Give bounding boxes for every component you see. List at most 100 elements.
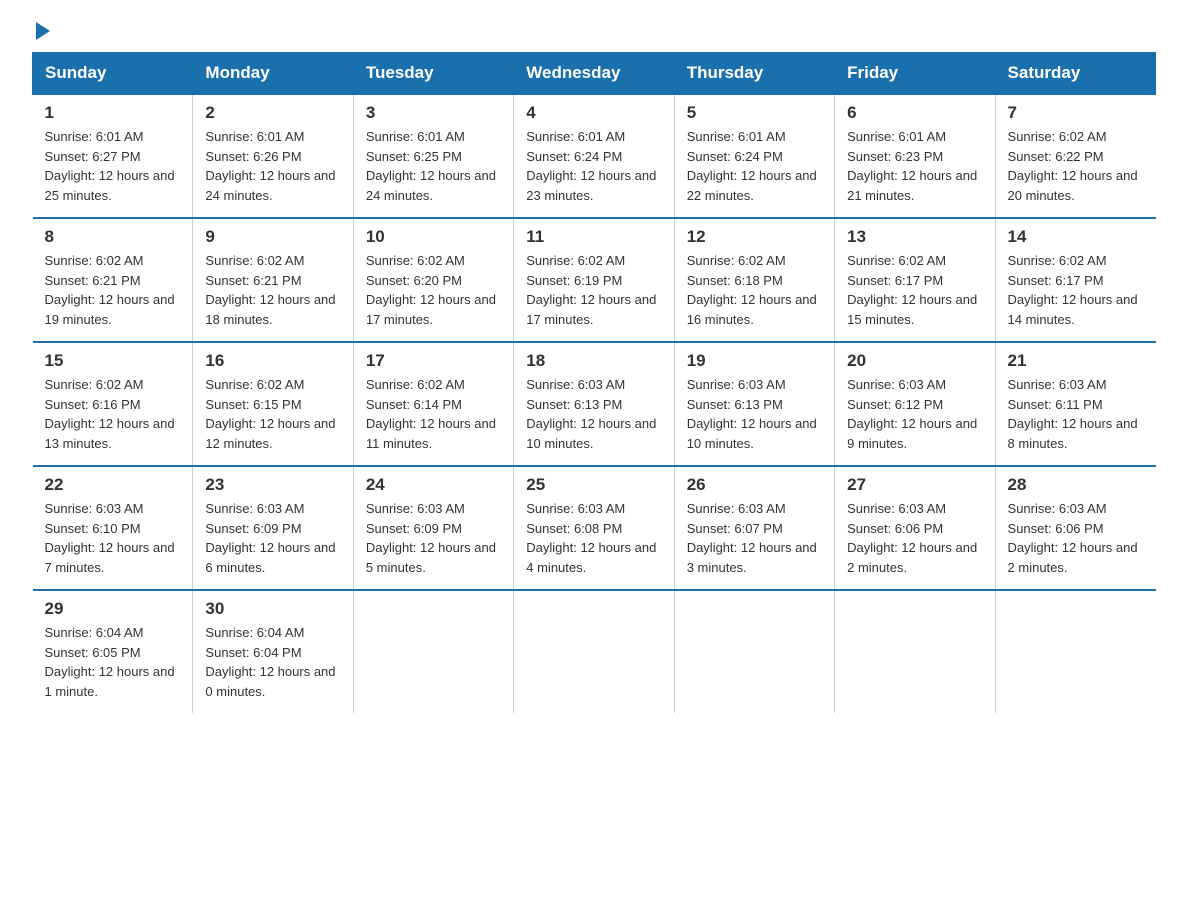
table-row: 11 Sunrise: 6:02 AMSunset: 6:19 PMDaylig… xyxy=(514,218,674,342)
day-info: Sunrise: 6:02 AMSunset: 6:21 PMDaylight:… xyxy=(45,253,175,327)
table-row xyxy=(674,590,834,713)
day-info: Sunrise: 6:03 AMSunset: 6:09 PMDaylight:… xyxy=(366,501,496,575)
table-row: 28 Sunrise: 6:03 AMSunset: 6:06 PMDaylig… xyxy=(995,466,1155,590)
day-number: 10 xyxy=(366,227,501,247)
day-number: 13 xyxy=(847,227,982,247)
calendar-header-row: SundayMondayTuesdayWednesdayThursdayFrid… xyxy=(33,53,1156,95)
day-info: Sunrise: 6:03 AMSunset: 6:07 PMDaylight:… xyxy=(687,501,817,575)
table-row: 25 Sunrise: 6:03 AMSunset: 6:08 PMDaylig… xyxy=(514,466,674,590)
table-row: 26 Sunrise: 6:03 AMSunset: 6:07 PMDaylig… xyxy=(674,466,834,590)
day-info: Sunrise: 6:01 AMSunset: 6:27 PMDaylight:… xyxy=(45,129,175,203)
header-thursday: Thursday xyxy=(674,53,834,95)
table-row: 9 Sunrise: 6:02 AMSunset: 6:21 PMDayligh… xyxy=(193,218,353,342)
day-info: Sunrise: 6:03 AMSunset: 6:13 PMDaylight:… xyxy=(526,377,656,451)
week-row-1: 1 Sunrise: 6:01 AMSunset: 6:27 PMDayligh… xyxy=(33,94,1156,218)
table-row: 29 Sunrise: 6:04 AMSunset: 6:05 PMDaylig… xyxy=(33,590,193,713)
day-number: 28 xyxy=(1008,475,1144,495)
day-number: 17 xyxy=(366,351,501,371)
day-number: 20 xyxy=(847,351,982,371)
day-info: Sunrise: 6:02 AMSunset: 6:17 PMDaylight:… xyxy=(1008,253,1138,327)
table-row: 14 Sunrise: 6:02 AMSunset: 6:17 PMDaylig… xyxy=(995,218,1155,342)
table-row: 16 Sunrise: 6:02 AMSunset: 6:15 PMDaylig… xyxy=(193,342,353,466)
day-info: Sunrise: 6:03 AMSunset: 6:06 PMDaylight:… xyxy=(1008,501,1138,575)
day-number: 3 xyxy=(366,103,501,123)
table-row: 6 Sunrise: 6:01 AMSunset: 6:23 PMDayligh… xyxy=(835,94,995,218)
table-row: 30 Sunrise: 6:04 AMSunset: 6:04 PMDaylig… xyxy=(193,590,353,713)
day-info: Sunrise: 6:03 AMSunset: 6:09 PMDaylight:… xyxy=(205,501,335,575)
table-row xyxy=(514,590,674,713)
header-sunday: Sunday xyxy=(33,53,193,95)
day-number: 26 xyxy=(687,475,822,495)
table-row: 5 Sunrise: 6:01 AMSunset: 6:24 PMDayligh… xyxy=(674,94,834,218)
day-number: 11 xyxy=(526,227,661,247)
header-wednesday: Wednesday xyxy=(514,53,674,95)
logo xyxy=(32,24,52,40)
day-info: Sunrise: 6:02 AMSunset: 6:20 PMDaylight:… xyxy=(366,253,496,327)
table-row: 19 Sunrise: 6:03 AMSunset: 6:13 PMDaylig… xyxy=(674,342,834,466)
header-saturday: Saturday xyxy=(995,53,1155,95)
table-row xyxy=(995,590,1155,713)
table-row: 1 Sunrise: 6:01 AMSunset: 6:27 PMDayligh… xyxy=(33,94,193,218)
day-info: Sunrise: 6:01 AMSunset: 6:23 PMDaylight:… xyxy=(847,129,977,203)
table-row xyxy=(353,590,513,713)
table-row: 10 Sunrise: 6:02 AMSunset: 6:20 PMDaylig… xyxy=(353,218,513,342)
day-info: Sunrise: 6:02 AMSunset: 6:14 PMDaylight:… xyxy=(366,377,496,451)
day-info: Sunrise: 6:03 AMSunset: 6:10 PMDaylight:… xyxy=(45,501,175,575)
header-monday: Monday xyxy=(193,53,353,95)
day-number: 12 xyxy=(687,227,822,247)
table-row: 27 Sunrise: 6:03 AMSunset: 6:06 PMDaylig… xyxy=(835,466,995,590)
day-info: Sunrise: 6:04 AMSunset: 6:05 PMDaylight:… xyxy=(45,625,175,699)
table-row: 12 Sunrise: 6:02 AMSunset: 6:18 PMDaylig… xyxy=(674,218,834,342)
day-number: 30 xyxy=(205,599,340,619)
page-header xyxy=(0,0,1188,52)
table-row: 13 Sunrise: 6:02 AMSunset: 6:17 PMDaylig… xyxy=(835,218,995,342)
day-number: 4 xyxy=(526,103,661,123)
week-row-2: 8 Sunrise: 6:02 AMSunset: 6:21 PMDayligh… xyxy=(33,218,1156,342)
day-number: 18 xyxy=(526,351,661,371)
table-row: 18 Sunrise: 6:03 AMSunset: 6:13 PMDaylig… xyxy=(514,342,674,466)
table-row xyxy=(835,590,995,713)
day-number: 29 xyxy=(45,599,181,619)
table-row: 23 Sunrise: 6:03 AMSunset: 6:09 PMDaylig… xyxy=(193,466,353,590)
day-number: 22 xyxy=(45,475,181,495)
day-info: Sunrise: 6:01 AMSunset: 6:25 PMDaylight:… xyxy=(366,129,496,203)
day-number: 9 xyxy=(205,227,340,247)
header-tuesday: Tuesday xyxy=(353,53,513,95)
day-number: 25 xyxy=(526,475,661,495)
day-info: Sunrise: 6:02 AMSunset: 6:18 PMDaylight:… xyxy=(687,253,817,327)
table-row: 7 Sunrise: 6:02 AMSunset: 6:22 PMDayligh… xyxy=(995,94,1155,218)
day-info: Sunrise: 6:01 AMSunset: 6:24 PMDaylight:… xyxy=(687,129,817,203)
day-info: Sunrise: 6:03 AMSunset: 6:08 PMDaylight:… xyxy=(526,501,656,575)
day-number: 27 xyxy=(847,475,982,495)
table-row: 4 Sunrise: 6:01 AMSunset: 6:24 PMDayligh… xyxy=(514,94,674,218)
day-info: Sunrise: 6:03 AMSunset: 6:06 PMDaylight:… xyxy=(847,501,977,575)
day-info: Sunrise: 6:02 AMSunset: 6:22 PMDaylight:… xyxy=(1008,129,1138,203)
day-info: Sunrise: 6:03 AMSunset: 6:13 PMDaylight:… xyxy=(687,377,817,451)
table-row: 3 Sunrise: 6:01 AMSunset: 6:25 PMDayligh… xyxy=(353,94,513,218)
table-row: 20 Sunrise: 6:03 AMSunset: 6:12 PMDaylig… xyxy=(835,342,995,466)
day-number: 1 xyxy=(45,103,181,123)
week-row-3: 15 Sunrise: 6:02 AMSunset: 6:16 PMDaylig… xyxy=(33,342,1156,466)
header-friday: Friday xyxy=(835,53,995,95)
day-info: Sunrise: 6:02 AMSunset: 6:16 PMDaylight:… xyxy=(45,377,175,451)
table-row: 24 Sunrise: 6:03 AMSunset: 6:09 PMDaylig… xyxy=(353,466,513,590)
day-info: Sunrise: 6:02 AMSunset: 6:21 PMDaylight:… xyxy=(205,253,335,327)
day-info: Sunrise: 6:02 AMSunset: 6:17 PMDaylight:… xyxy=(847,253,977,327)
day-number: 14 xyxy=(1008,227,1144,247)
day-info: Sunrise: 6:01 AMSunset: 6:26 PMDaylight:… xyxy=(205,129,335,203)
logo-blue-part xyxy=(32,24,52,40)
day-number: 7 xyxy=(1008,103,1144,123)
day-info: Sunrise: 6:03 AMSunset: 6:12 PMDaylight:… xyxy=(847,377,977,451)
day-number: 19 xyxy=(687,351,822,371)
day-number: 6 xyxy=(847,103,982,123)
day-number: 24 xyxy=(366,475,501,495)
day-number: 23 xyxy=(205,475,340,495)
day-number: 2 xyxy=(205,103,340,123)
table-row: 8 Sunrise: 6:02 AMSunset: 6:21 PMDayligh… xyxy=(33,218,193,342)
day-info: Sunrise: 6:01 AMSunset: 6:24 PMDaylight:… xyxy=(526,129,656,203)
week-row-5: 29 Sunrise: 6:04 AMSunset: 6:05 PMDaylig… xyxy=(33,590,1156,713)
day-info: Sunrise: 6:04 AMSunset: 6:04 PMDaylight:… xyxy=(205,625,335,699)
day-number: 16 xyxy=(205,351,340,371)
table-row: 17 Sunrise: 6:02 AMSunset: 6:14 PMDaylig… xyxy=(353,342,513,466)
day-info: Sunrise: 6:02 AMSunset: 6:19 PMDaylight:… xyxy=(526,253,656,327)
